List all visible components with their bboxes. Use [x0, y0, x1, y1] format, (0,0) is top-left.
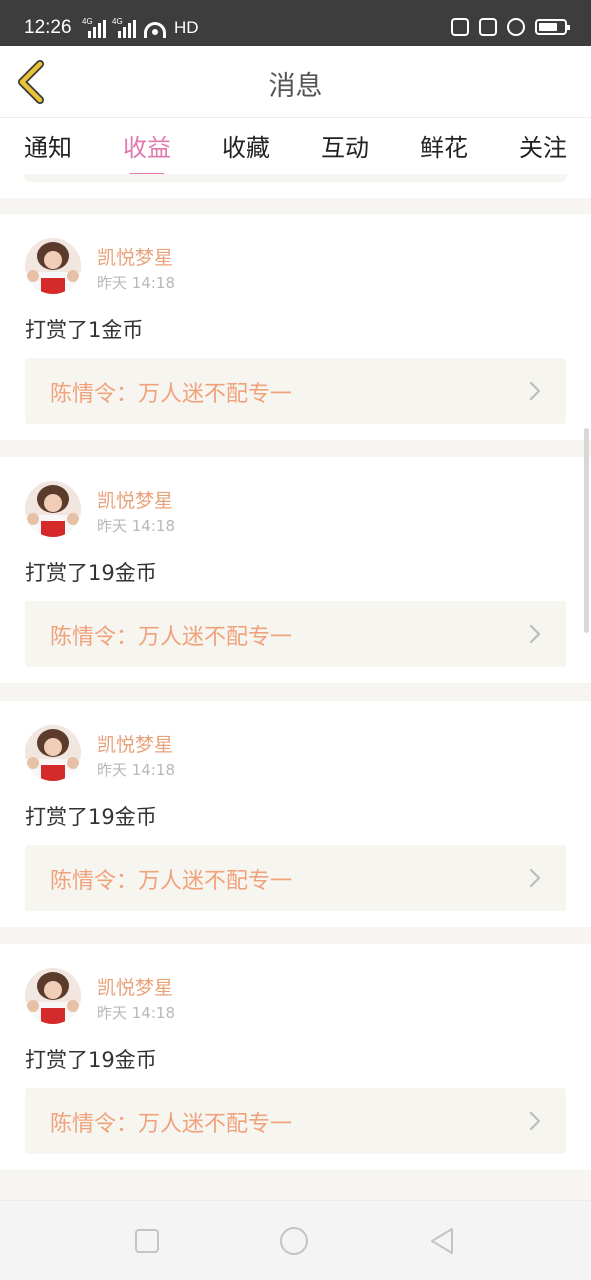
username[interactable]: 凯悦梦星 — [97, 486, 173, 513]
work-link[interactable]: 陈情令：万人迷不配专一 — [25, 845, 566, 911]
chevron-right-icon — [529, 381, 541, 401]
triangle-back-icon[interactable] — [426, 1225, 458, 1257]
work-link[interactable]: 陈情令：万人迷不配专一 — [25, 358, 566, 424]
system-nav-bar — [0, 1200, 591, 1280]
status-time: 12:26 — [24, 17, 72, 38]
work-title: 陈情令：万人迷不配专一 — [50, 869, 293, 894]
message-time: 昨天 14:18 — [97, 274, 175, 292]
square-icon[interactable] — [131, 1225, 163, 1257]
message-text: 打赏了19金币 — [25, 1048, 157, 1072]
battery-icon — [535, 19, 570, 35]
avatar[interactable] — [25, 481, 81, 537]
wifi-icon — [144, 22, 166, 38]
hd-label: HD — [174, 18, 199, 37]
message-time: 昨天 14:18 — [97, 517, 175, 535]
chevron-right-icon — [529, 1111, 541, 1131]
message-card: 凯悦梦星 昨天 14:18 打赏了19金币 陈情令：万人迷不配专一 — [0, 457, 591, 683]
message-card: 凯悦梦星 昨天 14:18 打赏了1金币 陈情令：万人迷不配专一 — [0, 214, 591, 440]
username[interactable]: 凯悦梦星 — [97, 243, 173, 270]
header: 消息 — [0, 46, 591, 118]
tab-following[interactable]: 关注 — [519, 128, 567, 163]
chevron-right-icon — [529, 868, 541, 888]
mute-icon — [479, 18, 497, 36]
signal-icon: 4G — [82, 17, 106, 38]
work-link[interactable]: 陈情令：万人迷不配专一 — [25, 601, 566, 667]
scrollbar[interactable] — [584, 428, 589, 633]
nfc-icon — [451, 18, 469, 36]
tab-flowers[interactable]: 鲜花 — [420, 128, 468, 163]
status-bar: 12:26 4G 4G HD — [0, 0, 591, 46]
message-time: 昨天 14:18 — [97, 761, 175, 779]
username[interactable]: 凯悦梦星 — [97, 973, 173, 1000]
message-text: 打赏了19金币 — [25, 805, 157, 829]
message-card: 凯悦梦星 昨天 14:18 打赏了19金币 陈情令：万人迷不配专一 — [0, 701, 591, 927]
previous-card-edge — [0, 174, 591, 198]
work-title: 陈情令：万人迷不配专一 — [50, 625, 293, 650]
signal-icon: 4G — [112, 17, 136, 38]
avatar[interactable] — [25, 238, 81, 294]
tab-bar: 通知 收益 收藏 互动 鲜花 关注 — [0, 118, 591, 177]
message-card: 凯悦梦星 昨天 14:18 打赏了19金币 陈情令：万人迷不配专一 — [0, 944, 591, 1170]
message-text: 打赏了19金币 — [25, 561, 157, 585]
avatar[interactable] — [25, 968, 81, 1024]
circle-icon[interactable] — [278, 1225, 310, 1257]
message-text: 打赏了1金币 — [25, 318, 144, 342]
work-link[interactable]: 陈情令：万人迷不配专一 — [25, 1088, 566, 1154]
tab-interactions[interactable]: 互动 — [321, 128, 369, 163]
username[interactable]: 凯悦梦星 — [97, 730, 173, 757]
tab-earnings[interactable]: 收益 — [123, 128, 171, 177]
message-time: 昨天 14:18 — [97, 1004, 175, 1022]
chevron-right-icon — [529, 624, 541, 644]
avatar[interactable] — [25, 725, 81, 781]
page-title: 消息 — [268, 71, 323, 102]
tab-favorites[interactable]: 收藏 — [222, 128, 270, 163]
work-title: 陈情令：万人迷不配专一 — [50, 382, 293, 407]
work-title: 陈情令：万人迷不配专一 — [50, 1112, 293, 1137]
alarm-icon — [507, 18, 525, 36]
tab-notifications[interactable]: 通知 — [24, 128, 72, 163]
